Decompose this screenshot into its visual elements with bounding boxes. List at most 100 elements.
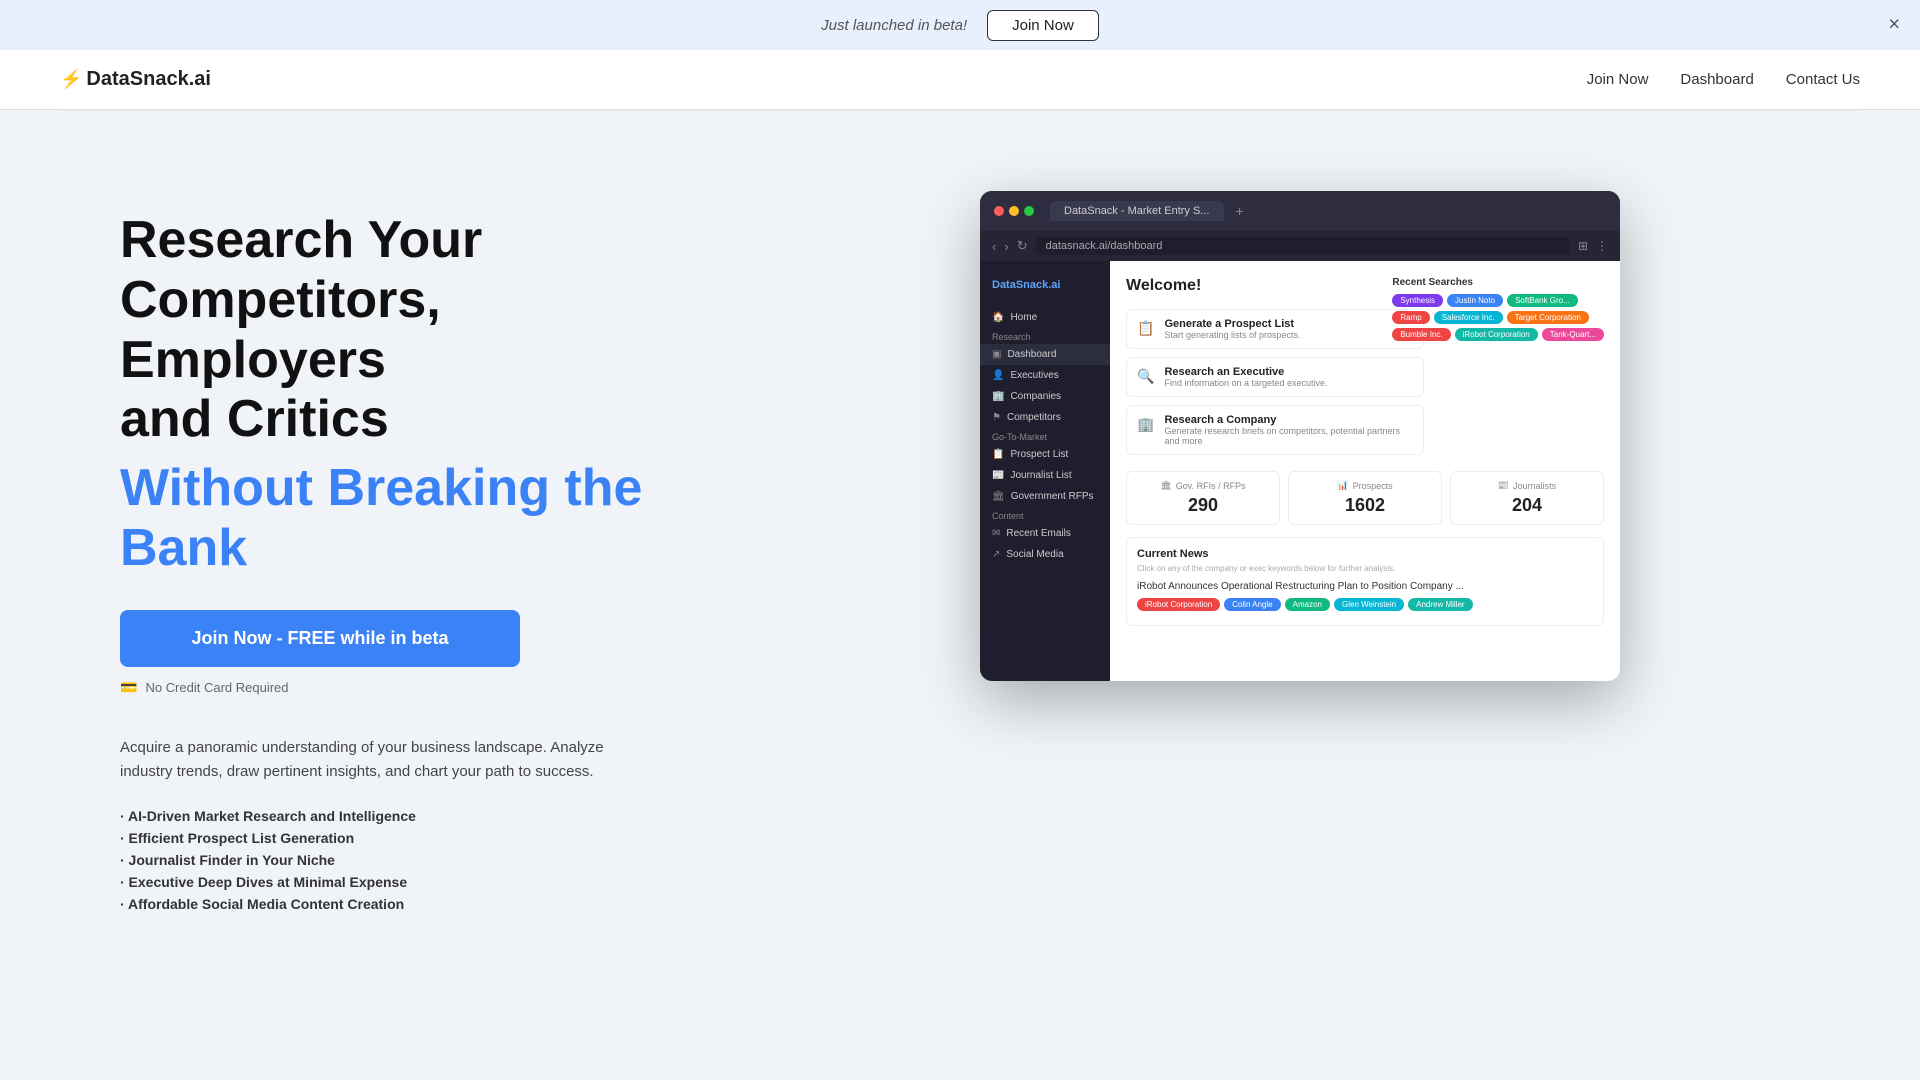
nav-join-now[interactable]: Join Now	[1587, 71, 1649, 88]
dash-main-relative: Welcome! Recent Searches Synthesis Justi…	[1126, 277, 1604, 626]
feature-item: · Journalist Finder in Your Niche	[120, 852, 680, 868]
card-title: Research a Company	[1164, 414, 1413, 426]
sidebar-journalist-label: Journalist List	[1010, 470, 1071, 481]
nav-links: Join Now Dashboard Contact Us	[1587, 71, 1860, 88]
sidebar-item-recent-emails[interactable]: ✉ Recent Emails	[980, 523, 1110, 544]
credit-card-icon: 💳	[120, 679, 137, 696]
stat-prospects-label: 📊 Prospects	[1299, 480, 1431, 491]
stat-rfps-label: 🏛 Gov. RFIs / RFPs	[1137, 480, 1269, 491]
reload-icon: ↻	[1017, 238, 1028, 254]
feature-item: · Affordable Social Media Content Creati…	[120, 896, 680, 912]
logo: ⚡ DataSnack.ai	[60, 68, 211, 91]
dashboard-main: Welcome! Recent Searches Synthesis Justi…	[1110, 261, 1620, 681]
card-research-company[interactable]: 🏢 Research a Company Generate research b…	[1126, 405, 1424, 455]
nav-contact[interactable]: Contact Us	[1786, 71, 1860, 88]
emails-icon: ✉	[992, 528, 1000, 539]
card-research-exec[interactable]: 🔍 Research an Executive Find information…	[1126, 357, 1424, 397]
recent-tag[interactable]: Synthesis	[1392, 294, 1443, 307]
hero-heading: Research Your Competitors, Employers and…	[120, 211, 680, 450]
feature-item: · Executive Deep Dives at Minimal Expens…	[120, 874, 680, 890]
hero-description: Acquire a panoramic understanding of you…	[120, 736, 640, 784]
sidebar-competitors-label: Competitors	[1007, 412, 1061, 423]
recent-tag[interactable]: Target Corporation	[1507, 311, 1589, 324]
news-title: Current News	[1137, 548, 1593, 560]
recent-tags-row2: Ramp Salesforce Inc. Target Corporation	[1392, 311, 1604, 324]
back-icon: ‹	[992, 239, 996, 254]
recent-tag[interactable]: Bumble Inc.	[1392, 328, 1450, 341]
news-tag[interactable]: Amazon	[1285, 598, 1330, 611]
prospects-stat-icon: 📊	[1337, 480, 1348, 491]
browser-chrome: DataSnack - Market Entry S... +	[980, 191, 1620, 231]
social-media-icon: ↗	[992, 549, 1000, 560]
card-desc: Start generating lists of prospects.	[1164, 330, 1300, 340]
stat-journalists-label: 📰 Journalists	[1461, 480, 1593, 491]
companies-icon: 🏢	[992, 391, 1004, 402]
bookmark-icon: ⊞	[1578, 239, 1588, 253]
recent-tag[interactable]: iRobot Corporation	[1455, 328, 1538, 341]
nav-dashboard[interactable]: Dashboard	[1680, 71, 1753, 88]
dashboard-app: DataSnack.ai 🏠 Home Research ▣ Dashboard…	[980, 261, 1620, 681]
hero-heading-line1: Research Your Competitors, Employers	[120, 211, 482, 389]
sidebar-home-label: Home	[1010, 312, 1037, 323]
browser-dots	[994, 206, 1034, 216]
cta-join-button[interactable]: Join Now - FREE while in beta	[120, 610, 520, 667]
card-title: Research an Executive	[1164, 366, 1327, 378]
recent-tag[interactable]: Ramp	[1392, 311, 1429, 324]
recent-tag[interactable]: Tank-Quart...	[1542, 328, 1604, 341]
browser-tab: DataSnack - Market Entry S...	[1050, 201, 1224, 221]
executives-icon: 👤	[992, 370, 1004, 381]
sidebar-item-home[interactable]: 🏠 Home	[980, 307, 1110, 328]
news-tag[interactable]: Glen Weinstein	[1334, 598, 1404, 611]
new-tab-icon: +	[1236, 203, 1244, 219]
dot-maximize	[1024, 206, 1034, 216]
recent-tag[interactable]: SoftBank Gro...	[1507, 294, 1578, 307]
news-tag[interactable]: iRobot Corporation	[1137, 598, 1220, 611]
sidebar-section-research: Research	[980, 328, 1110, 344]
sidebar-item-govt-rfps[interactable]: 🏛 Government RFPs	[980, 486, 1110, 507]
card-content: Generate a Prospect List Start generatin…	[1164, 318, 1300, 340]
sidebar-dashboard-label: Dashboard	[1007, 349, 1056, 360]
sidebar-item-prospect-list[interactable]: 📋 Prospect List	[980, 444, 1110, 465]
news-desc: Click on any of the company or exec keyw…	[1137, 564, 1593, 573]
sidebar-item-executives[interactable]: 👤 Executives	[980, 365, 1110, 386]
dashboard-stats: 🏛 Gov. RFIs / RFPs 290 📊 Prospects	[1126, 471, 1604, 525]
stat-rfps-value: 290	[1137, 495, 1269, 516]
card-icon: 📋	[1137, 320, 1154, 337]
sidebar-item-competitors[interactable]: ⚑ Competitors	[980, 407, 1110, 428]
sidebar-social-label: Social Media	[1006, 549, 1063, 560]
card-desc: Find information on a targeted executive…	[1164, 378, 1327, 388]
stat-journalists: 📰 Journalists 204	[1450, 471, 1604, 525]
browser-nav: ‹ › ↻ datasnack.ai/dashboard ⊞ ⋮	[980, 231, 1620, 261]
home-icon: 🏠	[992, 312, 1004, 323]
beta-banner: Just launched in beta! Join Now ×	[0, 0, 1920, 50]
banner-join-now-button[interactable]: Join Now	[987, 10, 1099, 41]
stat-rfps: 🏛 Gov. RFIs / RFPs 290	[1126, 471, 1280, 525]
dot-close	[994, 206, 1004, 216]
prospect-list-icon: 📋	[992, 449, 1004, 460]
hero-left: Research Your Competitors, Employers and…	[120, 171, 680, 918]
sidebar-section-content: Content	[980, 507, 1110, 523]
sidebar-item-companies[interactable]: 🏢 Companies	[980, 386, 1110, 407]
stat-journalists-value: 204	[1461, 495, 1593, 516]
sidebar-item-dashboard[interactable]: ▣ Dashboard	[980, 344, 1110, 365]
card-prospect-list[interactable]: 📋 Generate a Prospect List Start generat…	[1126, 309, 1424, 349]
sidebar-item-journalist-list[interactable]: 📰 Journalist List	[980, 465, 1110, 486]
journalist-list-icon: 📰	[992, 470, 1004, 481]
sidebar-item-social-media[interactable]: ↗ Social Media	[980, 544, 1110, 565]
hero-heading-blue: Without Breaking the Bank	[120, 458, 680, 578]
card-title: Generate a Prospect List	[1164, 318, 1300, 330]
dashboard-news: Current News Click on any of the company…	[1126, 537, 1604, 626]
card-icon: 🔍	[1137, 368, 1154, 385]
recent-tag[interactable]: Justin Noto	[1447, 294, 1503, 307]
logo-text: DataSnack.ai	[86, 68, 211, 91]
navbar: ⚡ DataSnack.ai Join Now Dashboard Contac…	[0, 50, 1920, 110]
sidebar-executives-label: Executives	[1010, 370, 1058, 381]
news-tag[interactable]: Colin Angle	[1224, 598, 1280, 611]
news-tag[interactable]: Andrew Miller	[1408, 598, 1472, 611]
recent-searches-panel: Recent Searches Synthesis Justin Noto So…	[1392, 277, 1604, 345]
close-banner-button[interactable]: ×	[1888, 14, 1900, 37]
recent-tag[interactable]: Salesforce Inc.	[1434, 311, 1503, 324]
card-desc: Generate research briefs on competitors,…	[1164, 426, 1413, 446]
forward-icon: ›	[1004, 239, 1008, 254]
beta-banner-text: Just launched in beta!	[821, 17, 967, 34]
